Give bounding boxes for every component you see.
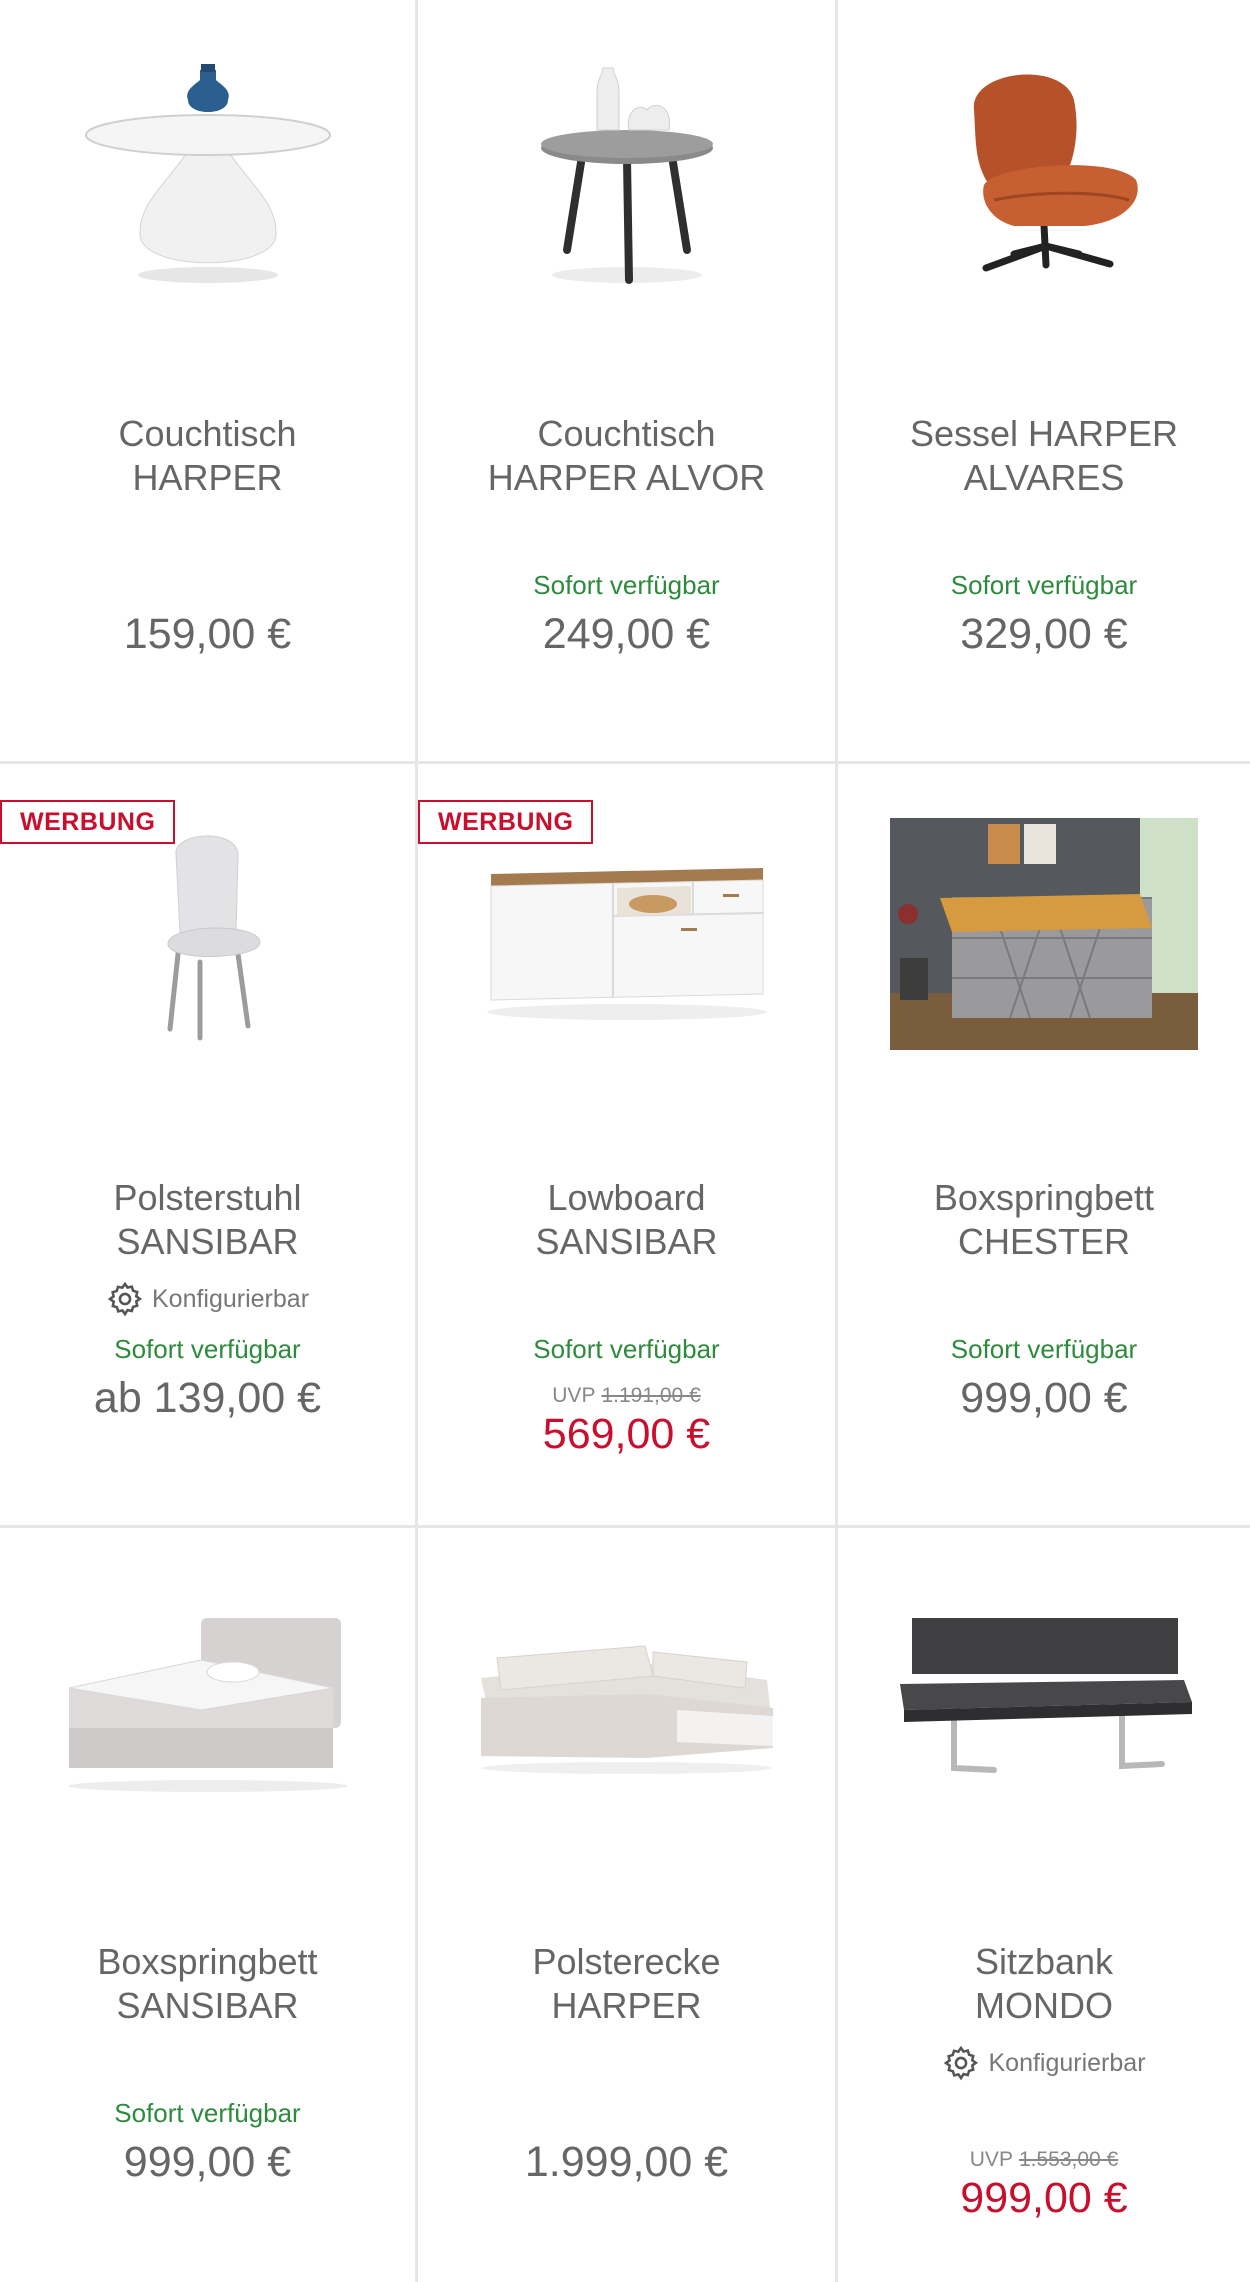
sale-price: 569,00 €	[542, 1410, 711, 1458]
corner-sofa-icon	[480, 1645, 773, 1774]
product-card[interactable]: Couchtisch HARPER ALVOR Sofort verfügbar…	[418, 0, 838, 764]
product-title[interactable]: Couchtisch HARPER ALVOR	[428, 412, 825, 500]
product-price: ab 139,00 €	[93, 1374, 322, 1422]
gear-icon	[944, 2045, 979, 2081]
product-card[interactable]: WERBUNG Polsterstuhl SANSIBAR Konfigurie…	[0, 764, 418, 1528]
lowboard-icon	[486, 868, 767, 1020]
ad-badge: WERBUNG	[0, 800, 176, 844]
ad-badge: WERBUNG	[418, 800, 594, 844]
bench-icon	[900, 1618, 1192, 1773]
product-price: 159,00 €	[123, 610, 292, 658]
product-title[interactable]: Polsterecke HARPER	[428, 1940, 825, 2028]
product-card[interactable]: Couchtisch HARPER 159,00 €	[0, 0, 418, 764]
product-card[interactable]: Boxspringbett SANSIBAR Sofort verfügbar …	[0, 1528, 418, 2282]
product-card[interactable]: Sitzbank MONDO Konfigurierbar UVP 1.553,0…	[838, 1528, 1250, 2282]
availability-status: Sofort verfügbar	[533, 570, 720, 600]
bedroom-photo-icon	[890, 818, 1198, 1050]
product-image[interactable]	[418, 1548, 835, 1848]
product-price: 329,00 €	[960, 610, 1128, 658]
side-table-icon	[540, 67, 713, 284]
product-title[interactable]: Sitzbank MONDO	[848, 1940, 1240, 2028]
armchair-icon	[973, 74, 1138, 272]
product-price: 999,00 €	[960, 1374, 1128, 1422]
product-price: 999,00 €	[123, 2138, 292, 2186]
availability-status: Sofort verfügbar	[533, 1334, 720, 1364]
product-image[interactable]	[838, 784, 1250, 1084]
product-grid: Couchtisch HARPER 159,00 € Couchtisch HA…	[0, 0, 1250, 2282]
product-image[interactable]	[418, 20, 835, 320]
availability-status: Sofort verfügbar	[114, 2098, 301, 2128]
availability-status: Sofort verfügbar	[950, 1334, 1138, 1364]
dining-chair-icon	[166, 835, 261, 1041]
product-title[interactable]: Boxspringbett CHESTER	[848, 1176, 1240, 1264]
product-image[interactable]	[0, 20, 415, 320]
configurable-label[interactable]: Konfigurierbar	[838, 2044, 1250, 2082]
product-card[interactable]: Polsterecke HARPER 1.999,00 €	[418, 1528, 838, 2282]
product-image[interactable]	[838, 1548, 1250, 1848]
sale-price: 999,00 €	[960, 2174, 1128, 2222]
product-title[interactable]: Sessel HARPER ALVARES	[848, 412, 1240, 500]
boxspring-bed-icon	[67, 1618, 348, 1792]
uvp-price: UVP 1.191,00 €	[552, 1384, 701, 1407]
product-price: 249,00 €	[542, 610, 711, 658]
round-coffee-table-icon	[84, 64, 331, 283]
availability-status: Sofort verfügbar	[950, 570, 1138, 600]
product-title[interactable]: Polsterstuhl SANSIBAR	[10, 1176, 405, 1264]
uvp-price: UVP 1.553,00 €	[969, 2148, 1119, 2171]
availability-status: Sofort verfügbar	[114, 1334, 301, 1364]
product-image[interactable]	[0, 1548, 415, 1848]
product-title[interactable]: Couchtisch HARPER	[10, 412, 405, 500]
product-title[interactable]: Lowboard SANSIBAR	[428, 1176, 825, 1264]
product-card[interactable]: Sessel HARPER ALVARES Sofort verfügbar 3…	[838, 0, 1250, 764]
gear-icon	[107, 1281, 143, 1317]
product-price: 1.999,00 €	[524, 2138, 729, 2186]
product-card[interactable]: Boxspringbett CHESTER Sofort verfügbar 9…	[838, 764, 1250, 1528]
product-card[interactable]: WERBUNG Lowboard SANSIBAR Sofort verfügb…	[418, 764, 838, 1528]
configurable-label[interactable]: Konfigurierbar	[0, 1280, 415, 1318]
product-image[interactable]	[838, 20, 1250, 320]
product-title[interactable]: Boxspringbett SANSIBAR	[10, 1940, 405, 2028]
